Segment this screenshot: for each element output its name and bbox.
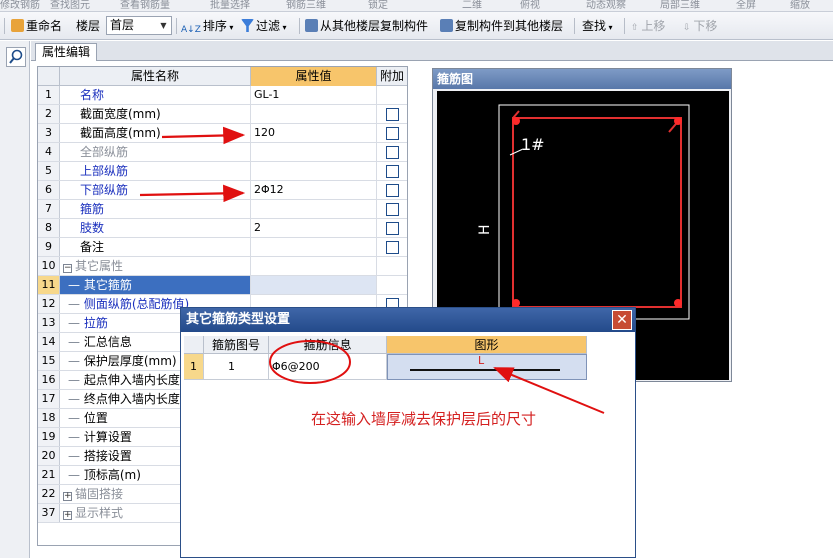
annotation-arrow-figure xyxy=(493,367,605,414)
annotation-overlay xyxy=(139,126,605,414)
annotation-arrow-bottom-bar xyxy=(139,184,246,203)
annotation-arrow-height xyxy=(161,126,246,145)
annotation-circle xyxy=(269,340,351,384)
